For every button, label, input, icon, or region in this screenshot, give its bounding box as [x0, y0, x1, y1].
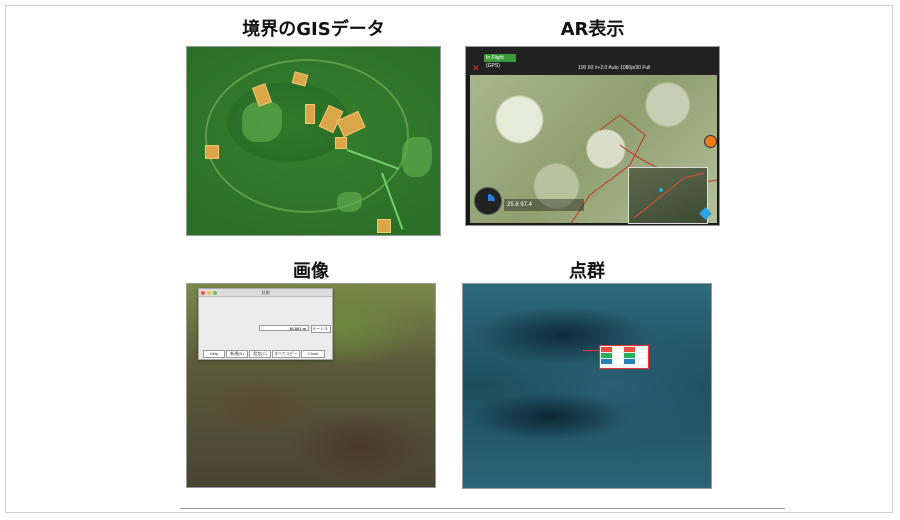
bottom-divider [180, 508, 785, 509]
point-cloud-panel [462, 283, 712, 489]
boundary-patch [335, 137, 347, 149]
close-icon[interactable]: ✕ [472, 64, 480, 73]
telemetry-readout: 25.8 97.4 [504, 199, 584, 211]
close-dot-icon[interactable] [201, 291, 205, 295]
boundary-patch [205, 145, 219, 159]
clearing-area [337, 192, 362, 212]
ar-toolbar: In Flight (GPS) ✕ 100 50 ±+2.0 Auto 1080… [466, 47, 719, 75]
copy-all-button[interactable]: すべてコピー [272, 350, 300, 358]
compass-icon [474, 187, 502, 215]
ar-display-panel: In Flight (GPS) ✕ 100 50 ±+2.0 Auto 1080… [465, 46, 720, 226]
caption-gis: 境界のGISデータ [242, 19, 385, 40]
boundary-ring [205, 59, 409, 213]
help-button[interactable]: Help [203, 350, 225, 358]
clearing-area [242, 102, 282, 142]
zoom-dot-icon[interactable] [213, 291, 218, 295]
image-panel: 計測 16.801 m メートル Help 新規(N) 設定(C) すべてコピー… [186, 283, 436, 488]
dialog-title-text: 計測 [261, 290, 270, 295]
close-button[interactable]: Close [301, 350, 325, 358]
clearing-area [402, 137, 432, 177]
flight-status: In Flight (GPS) [484, 54, 516, 69]
caption-point-cloud: 点群 [569, 261, 605, 282]
measure-dialog: 計測 16.801 m メートル Help 新規(N) 設定(C) すべてコピー… [198, 288, 333, 360]
figure-frame [5, 5, 893, 513]
caption-image: 画像 [293, 261, 329, 282]
caption-ar: AR表示 [560, 19, 625, 40]
dialog-title: 計測 [199, 289, 332, 297]
record-button[interactable] [704, 135, 717, 148]
mini-map[interactable] [628, 167, 708, 224]
settings-button[interactable]: 設定(C) [249, 350, 271, 358]
unit-select[interactable]: メートル [311, 325, 331, 333]
boundary-patch [305, 104, 315, 124]
gis-map-panel [186, 46, 441, 236]
boundary-patch [377, 219, 391, 233]
distance-field[interactable]: 16.801 m [259, 325, 309, 331]
new-button[interactable]: 新規(N) [226, 350, 248, 358]
camera-params: 100 50 ±+2.0 Auto 1080p/30 Full [578, 65, 651, 71]
minimize-dot-icon[interactable] [207, 291, 212, 295]
measure-label [599, 345, 649, 369]
window-controls [201, 290, 218, 297]
